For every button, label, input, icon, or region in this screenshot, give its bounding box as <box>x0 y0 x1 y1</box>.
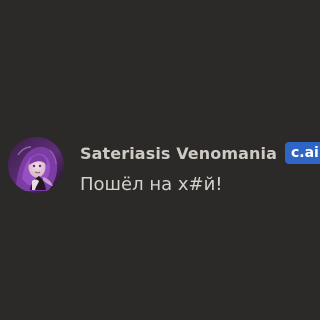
message-content: Sateriasis Venomania c.ai Пошёл на х#й! <box>80 137 320 197</box>
author-badge: c.ai <box>284 142 320 164</box>
message-text: Пошёл на х#й! <box>80 174 223 195</box>
character-avatar-icon[interactable] <box>8 137 64 193</box>
chat-message: Sateriasis Venomania c.ai Пошёл на х#й! <box>8 137 320 201</box>
message-header: Sateriasis Venomania c.ai <box>80 141 320 165</box>
author-name[interactable]: Sateriasis Venomania <box>80 144 277 163</box>
